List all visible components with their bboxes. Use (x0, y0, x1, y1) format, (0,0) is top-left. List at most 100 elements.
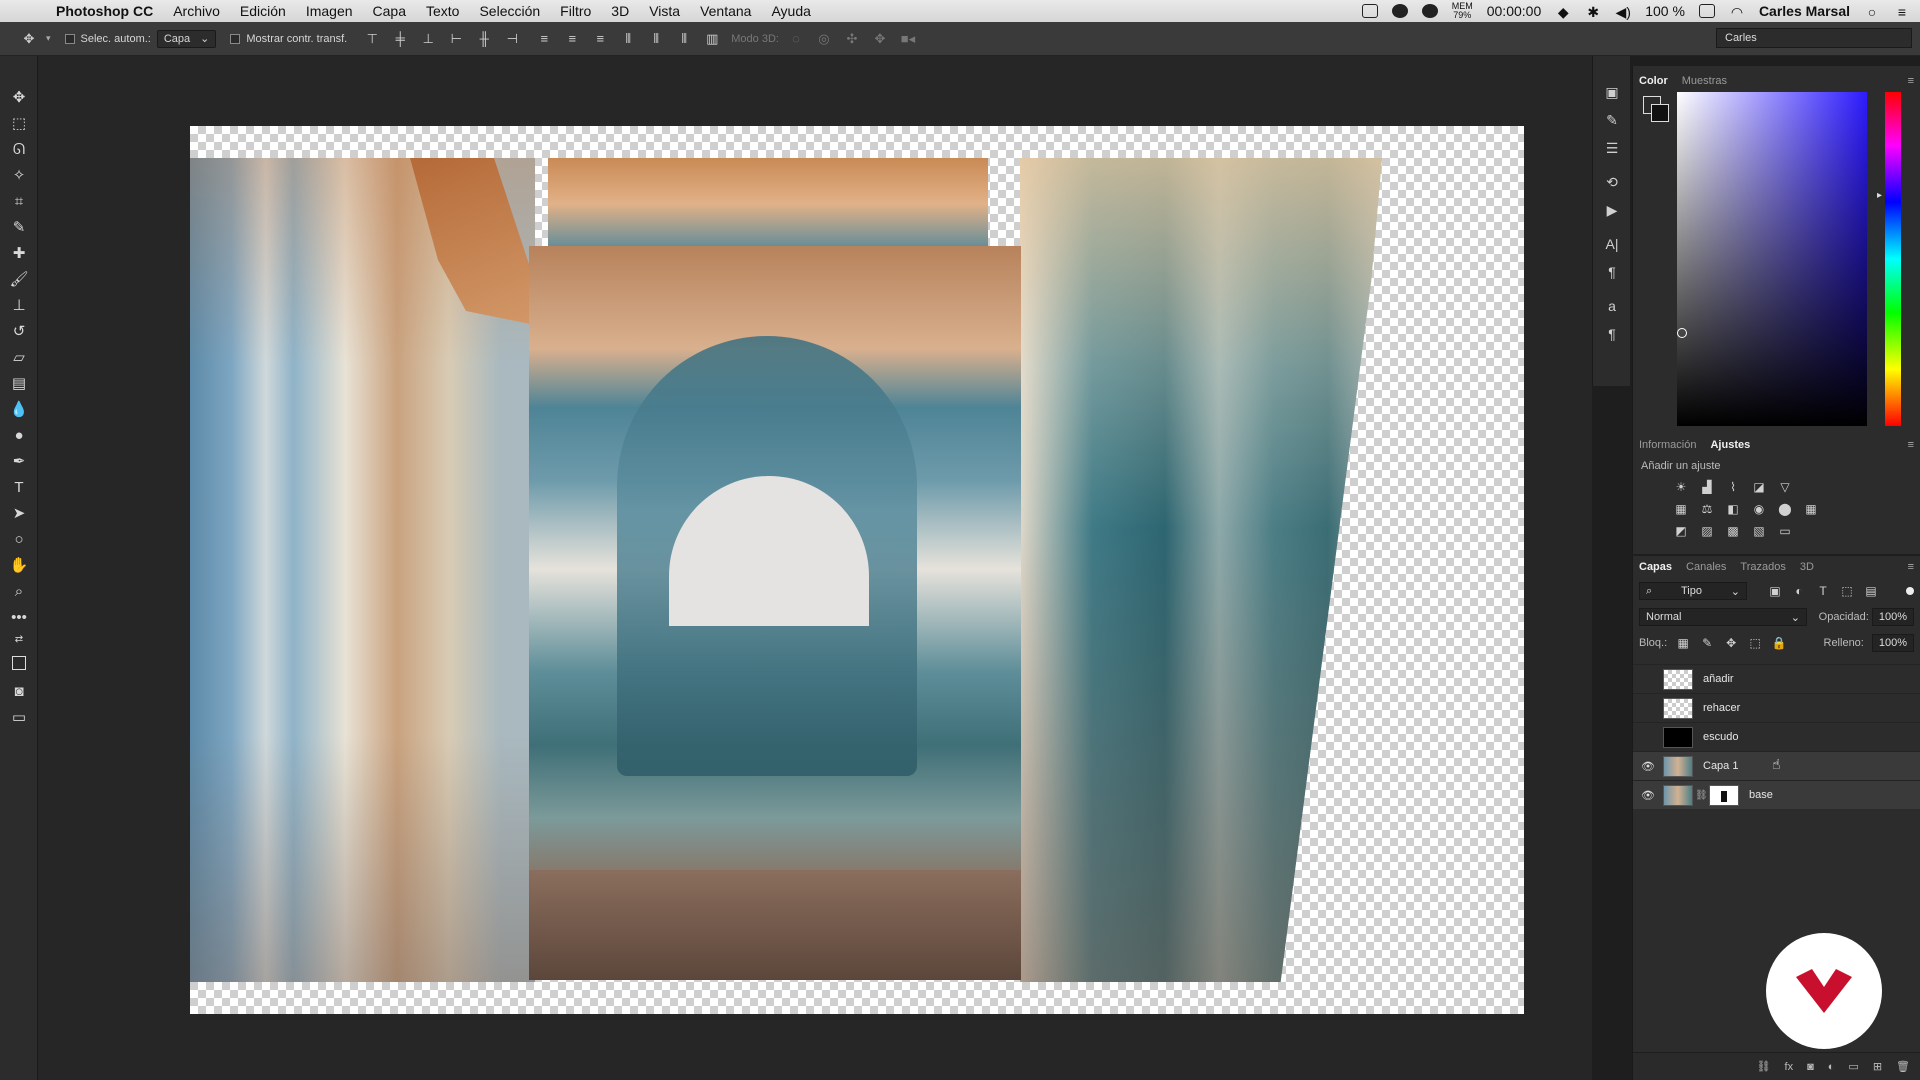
threshold-icon[interactable]: ▩ (1725, 523, 1741, 539)
libraries-icon[interactable]: ▣ (1593, 78, 1631, 106)
menu-edicion[interactable]: Edición (230, 3, 296, 19)
layer-name[interactable]: rehacer (1703, 702, 1740, 714)
tab-3d[interactable]: 3D (1800, 561, 1814, 573)
menu-seleccion[interactable]: Selección (469, 3, 550, 19)
align-hcenter-icon[interactable]: ╫ (473, 28, 495, 50)
zoom-tool-icon[interactable]: ⌕ (0, 578, 38, 604)
invert-icon[interactable]: ◩ (1673, 523, 1689, 539)
tab-color[interactable]: Color (1639, 75, 1668, 87)
dropbox-icon[interactable]: ◆ (1555, 4, 1571, 20)
lock-image-icon[interactable]: ✎ (1699, 635, 1715, 651)
layer-name[interactable]: añadir (1703, 673, 1734, 685)
new-group-icon[interactable]: ▭ (1848, 1060, 1858, 1073)
channel-mixer-icon[interactable]: ⬤ (1777, 501, 1793, 517)
dodge-tool-icon[interactable]: ● (0, 422, 38, 448)
workspace-selector[interactable]: Carles (1716, 28, 1912, 48)
panel-menu-icon[interactable]: ≡ (1908, 75, 1914, 87)
color-saturation-field[interactable] (1677, 92, 1867, 426)
magic-wand-tool-icon[interactable]: ✧ (0, 162, 38, 188)
distribute-top-icon[interactable]: ≡ (533, 28, 555, 50)
align-right-icon[interactable]: ⊣ (501, 28, 523, 50)
quick-mask-icon[interactable]: ◙ (0, 678, 38, 704)
distribute-right-icon[interactable]: ⦀ (673, 28, 695, 50)
tab-layers[interactable]: Capas (1639, 561, 1672, 573)
foreground-background-swatch[interactable] (1643, 96, 1671, 124)
screen-record-icon[interactable] (1361, 4, 1378, 18)
distribute-vcenter-icon[interactable]: ≡ (561, 28, 583, 50)
hue-slider[interactable] (1885, 92, 1901, 426)
memory-status[interactable]: MEM 79% (1452, 2, 1473, 20)
healing-brush-tool-icon[interactable]: ✚ (0, 240, 38, 266)
new-adjustment-layer-icon[interactable]: ◐ (1828, 1061, 1835, 1073)
panel-menu-icon[interactable]: ≡ (1908, 561, 1914, 573)
layer-name[interactable]: escudo (1703, 731, 1738, 743)
menu-ayuda[interactable]: Ayuda (761, 3, 820, 19)
filter-adjustment-icon[interactable]: ◐ (1791, 583, 1807, 599)
link-chain-icon[interactable]: ⛓ (1695, 790, 1708, 801)
opacity-field[interactable]: 100% (1871, 608, 1914, 626)
layer-row[interactable]: rehacer (1633, 693, 1920, 722)
layer-row[interactable]: escudo (1633, 722, 1920, 751)
ellipse-tool-icon[interactable]: ○ (0, 526, 38, 552)
layer-mask-thumbnail[interactable] (1709, 784, 1739, 806)
align-bottom-icon[interactable]: ⊥ (417, 28, 439, 50)
battery-status[interactable]: 100 % (1645, 3, 1685, 19)
notification-center-icon[interactable]: ≡ (1894, 4, 1910, 20)
fill-field[interactable]: 100% (1871, 634, 1914, 652)
gradient-map-icon[interactable]: ▭ (1777, 523, 1793, 539)
user-name[interactable]: Carles Marsal (1759, 3, 1850, 19)
lasso-tool-icon[interactable]: ᘏ (0, 136, 38, 162)
menu-texto[interactable]: Texto (416, 3, 469, 19)
drag-3d-icon[interactable]: ✣ (841, 28, 863, 50)
layer-row[interactable]: 👁 ⛓ base (1633, 780, 1920, 809)
menu-archivo[interactable]: Archivo (163, 3, 230, 19)
tool-preset-chevron-icon[interactable]: ▾ (46, 33, 51, 44)
vibrance-icon[interactable]: ▽ (1777, 479, 1793, 495)
history-icon[interactable]: ⟲ (1593, 168, 1631, 196)
align-vcenter-icon[interactable]: ╪ (389, 28, 411, 50)
delete-layer-icon[interactable]: 🗑 (1896, 1060, 1910, 1073)
paragraph-icon[interactable]: ¶ (1593, 258, 1631, 286)
blend-mode-dropdown[interactable]: Normal ⌄ (1639, 608, 1807, 626)
lock-all-icon[interactable]: 🔒 (1771, 635, 1787, 651)
bluetooth-icon[interactable]: ✱ (1585, 4, 1601, 20)
wifi-icon[interactable]: ◠ (1729, 4, 1745, 20)
brush-tool-icon[interactable]: 🖌 (0, 266, 38, 292)
align-top-icon[interactable]: ⊤ (361, 28, 383, 50)
timer[interactable]: 00:00:00 (1487, 3, 1542, 19)
path-selection-tool-icon[interactable]: ➤ (0, 500, 38, 526)
panel-menu-icon[interactable]: ≡ (1908, 439, 1914, 451)
spotlight-search-icon[interactable]: ○ (1864, 4, 1880, 20)
more-tools-icon[interactable]: ••• (0, 604, 38, 630)
color-balance-icon[interactable]: ⚖ (1699, 501, 1715, 517)
layer-style-icon[interactable]: fx (1785, 1061, 1794, 1073)
filter-shape-icon[interactable]: ⬚ (1839, 583, 1855, 599)
swap-colors-icon[interactable]: ⇄ (0, 630, 38, 648)
eye-icon[interactable]: 👁 (1633, 760, 1663, 773)
show-transform-checkbox[interactable] (230, 33, 241, 44)
paragraph-styles-icon[interactable]: ¶ (1593, 320, 1631, 348)
menu-capa[interactable]: Capa (363, 3, 416, 19)
history-brush-tool-icon[interactable]: ↺ (0, 318, 38, 344)
photo-layer-capa-1[interactable] (529, 246, 1021, 980)
layer-name[interactable]: base (1749, 789, 1773, 801)
filter-type-icon[interactable]: T (1815, 583, 1831, 599)
lock-transparent-icon[interactable]: ▦ (1675, 635, 1691, 651)
layer-filter-dropdown[interactable]: ⌕ Tipo ⌄ (1639, 582, 1747, 600)
eye-icon[interactable]: 👁 (1633, 789, 1663, 802)
tab-info[interactable]: Información (1639, 439, 1696, 451)
black-white-icon[interactable]: ◧ (1725, 501, 1741, 517)
new-layer-icon[interactable]: ⊞ (1873, 1060, 1882, 1073)
photo-filter-icon[interactable]: ◉ (1751, 501, 1767, 517)
tab-paths[interactable]: Trazados (1740, 561, 1785, 573)
tab-adjustments[interactable]: Ajustes (1710, 439, 1750, 451)
gradient-tool-icon[interactable]: ▤ (0, 370, 38, 396)
screen-mode-icon[interactable]: ▭ (0, 704, 38, 730)
add-mask-icon[interactable]: ◙ (1807, 1061, 1814, 1073)
menu-3d[interactable]: 3D (601, 3, 639, 19)
exposure-icon[interactable]: ◪ (1751, 479, 1767, 495)
distribute-bottom-icon[interactable]: ≡ (589, 28, 611, 50)
brightness-contrast-icon[interactable]: ☀ (1673, 479, 1689, 495)
lock-artboard-icon[interactable]: ⬚ (1747, 635, 1763, 651)
move-tool-icon[interactable]: ✥ (18, 28, 40, 50)
